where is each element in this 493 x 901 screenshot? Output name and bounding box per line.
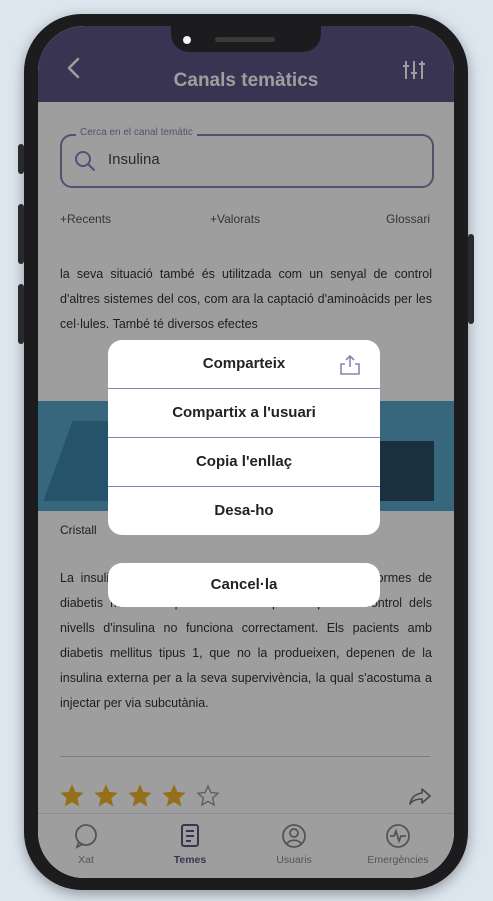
app-screen: Canals temàtics Cerca en el canal temàti… xyxy=(38,26,454,878)
save-option[interactable]: Desa-ho xyxy=(108,487,380,535)
share-option[interactable]: Comparteix xyxy=(108,340,380,389)
share-to-user-option[interactable]: Compartix a l'usuari xyxy=(108,389,380,438)
phone-side-button xyxy=(18,144,24,174)
upload-share-icon xyxy=(340,354,360,375)
camera-dot xyxy=(183,36,191,44)
speaker-grille xyxy=(215,37,275,42)
copy-link-label: Copia l'enllaç xyxy=(195,453,293,470)
phone-power-button xyxy=(468,234,474,324)
phone-frame: Canals temàtics Cerca en el canal temàti… xyxy=(18,14,474,890)
action-sheet: Comparteix Compartix a l'usuari Copia l'… xyxy=(108,340,380,535)
phone-volume-down xyxy=(18,284,24,344)
copy-link-option[interactable]: Copia l'enllaç xyxy=(108,438,380,487)
save-label: Desa-ho xyxy=(214,502,274,519)
phone-volume-up xyxy=(18,204,24,264)
share-option-label: Comparteix xyxy=(202,355,286,372)
cancel-button[interactable]: Cancel·la xyxy=(108,563,380,607)
share-to-user-label: Compartix a l'usuari xyxy=(172,404,316,421)
phone-notch xyxy=(171,26,321,52)
